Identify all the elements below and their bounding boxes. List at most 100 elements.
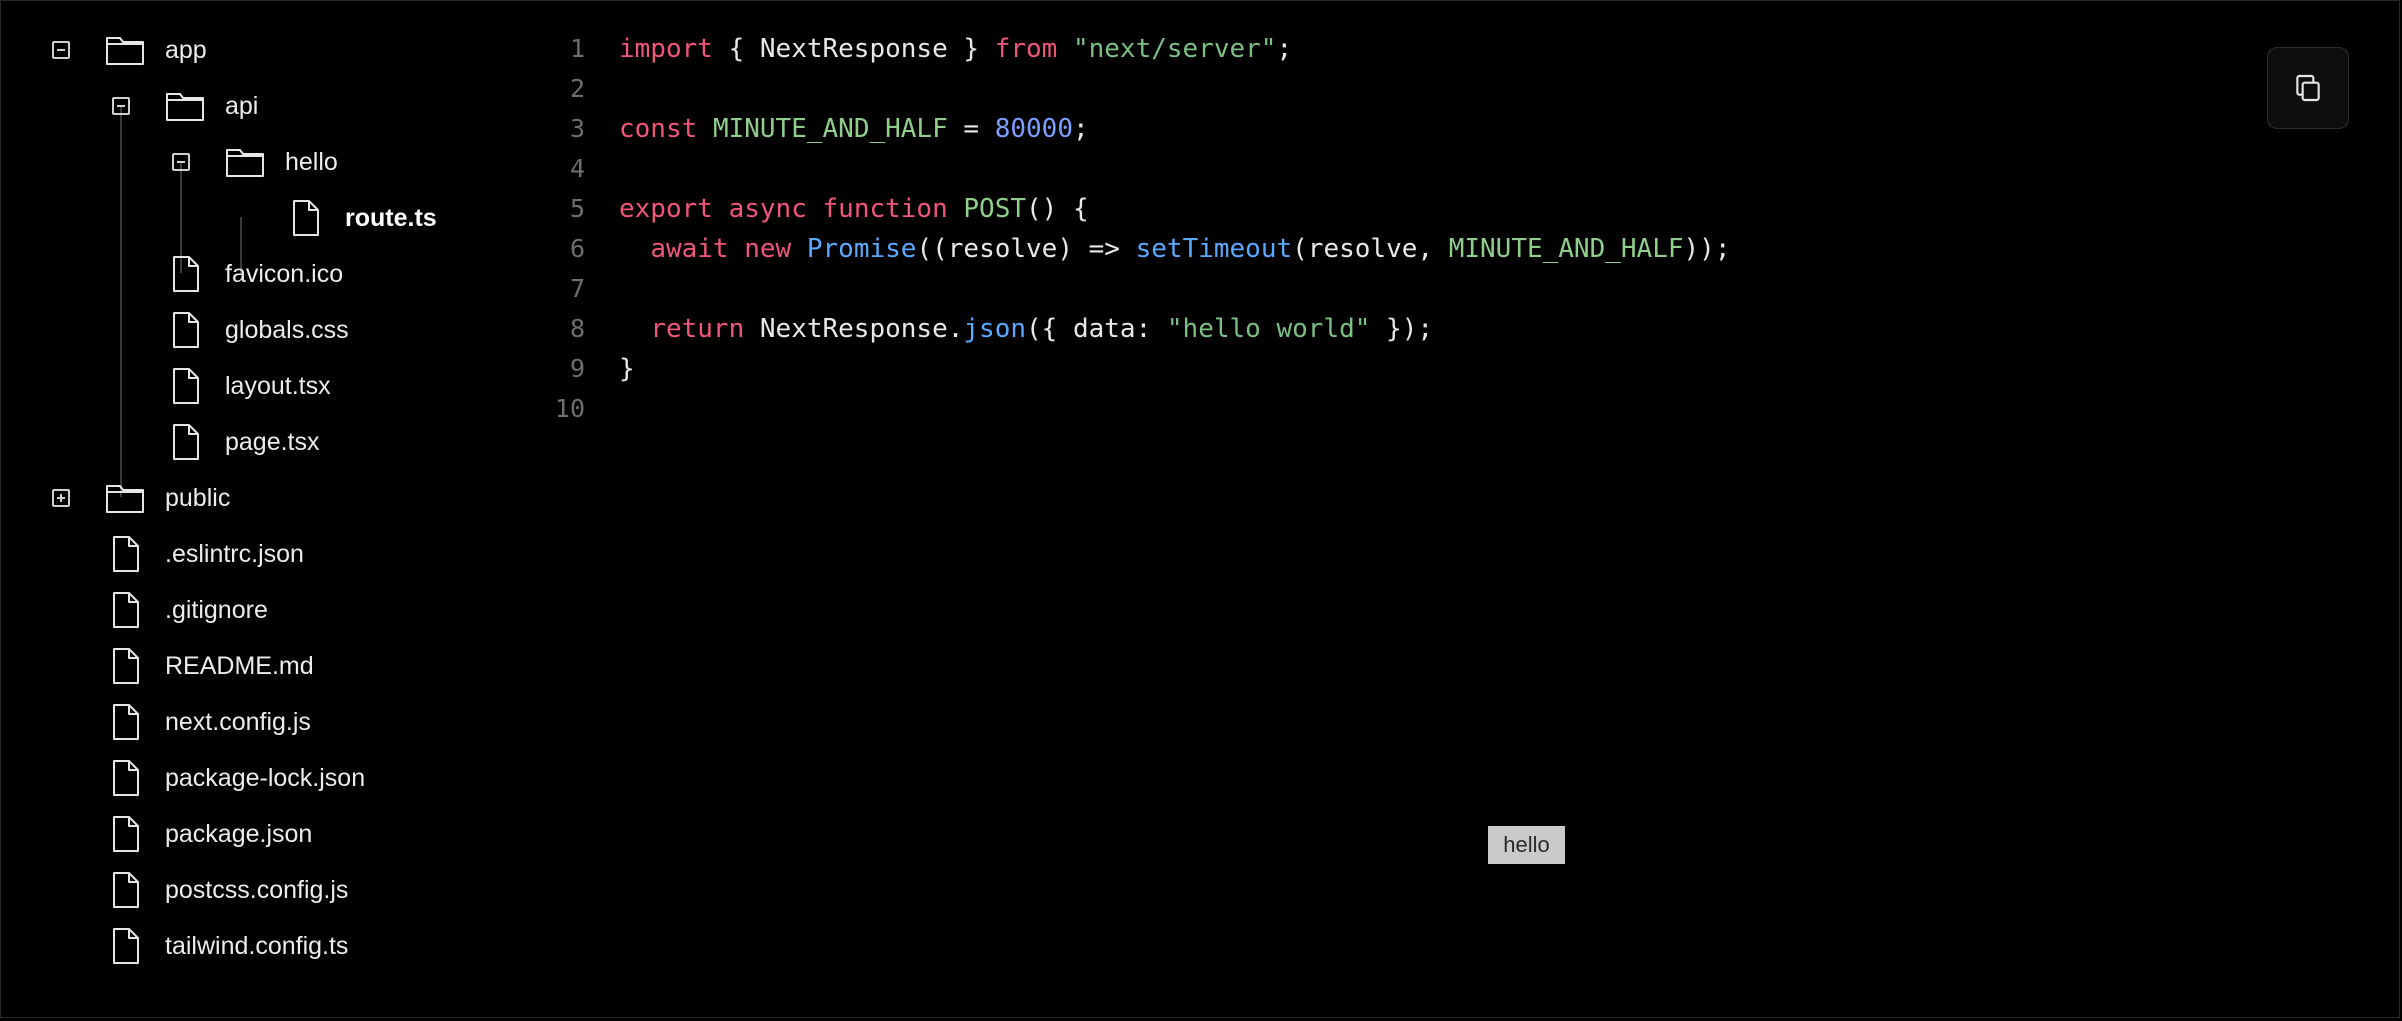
code-token: import [619, 34, 713, 64]
code-text: await new Promise((resolve) => setTimeou… [619, 229, 1730, 269]
tree-file-layout-tsx[interactable]: layout.tsx [1, 358, 541, 414]
tree-item-label: page.tsx [225, 428, 320, 456]
code-token: POST [963, 194, 1027, 224]
tree-folder-api[interactable]: api [1, 78, 541, 134]
code-token: { NextResponse } [712, 34, 995, 64]
code-token: async [728, 194, 807, 224]
code-token: function [822, 194, 948, 224]
code-line: 1 import { NextResponse } from "next/serv… [541, 29, 2241, 69]
tree-item-label: hello [285, 148, 338, 176]
code-token: new [744, 234, 792, 264]
tree-item-label: favicon.ico [225, 260, 344, 288]
file-icon [105, 646, 145, 686]
tree-item-label: layout.tsx [225, 372, 331, 400]
code-token: (resolve, [1292, 234, 1449, 264]
code-line: 9} [541, 349, 2241, 389]
collapse-icon[interactable] [52, 41, 70, 59]
tree-folder-app[interactable]: app [1, 22, 541, 78]
line-number: 3 [569, 114, 585, 143]
folder-icon [165, 86, 205, 126]
tree-file-globals-css[interactable]: globals.css [1, 302, 541, 358]
tree-file-route-ts[interactable]: route.ts [1, 190, 541, 246]
code-token: )); [1683, 234, 1731, 264]
line-number: 1 [569, 34, 585, 63]
tree-item-label: package.json [165, 820, 313, 848]
code-token: const [619, 114, 698, 144]
line-number: 10 [554, 394, 585, 423]
code-line: 6 await new Promise((resolve) => setTime… [541, 229, 2241, 269]
code-token: export [619, 194, 713, 224]
tree-item-label: .eslintrc.json [165, 540, 304, 568]
file-icon [105, 814, 145, 854]
file-icon [105, 926, 145, 966]
line-number: 8 [569, 314, 585, 343]
code-line: 10 [541, 389, 2241, 429]
file-icon [105, 702, 145, 742]
folder-icon [105, 30, 145, 70]
code-text: return NextResponse.json({ data: "hello … [619, 309, 1433, 349]
code-token: }); [1370, 314, 1434, 344]
code-text: const MINUTE_AND_HALF = 80000; [619, 109, 1089, 149]
code-token: ({ data: [1026, 314, 1167, 344]
tree-item-label: tailwind.config.ts [165, 932, 349, 960]
tree-file-package-json[interactable]: package.json [1, 806, 541, 862]
tree-file-eslintrc-json[interactable]: .eslintrc.json [1, 526, 541, 582]
code-token: MINUTE_AND_HALF [712, 114, 948, 144]
tree-item-label: README.md [165, 652, 314, 680]
tree-item-label: next.config.js [165, 708, 311, 736]
code-token: () { [1026, 194, 1089, 224]
code-token: 80000 [994, 114, 1073, 144]
line-number: 4 [569, 154, 585, 183]
tree-folder-public[interactable]: public [1, 470, 541, 526]
code-line: 8 return NextResponse.json({ data: "hell… [541, 309, 2241, 349]
tree-file-favicon-ico[interactable]: favicon.ico [1, 246, 541, 302]
code-token: ((resolve) => [916, 234, 1136, 264]
code-token: = [947, 114, 995, 144]
tree-file-package-lock-json[interactable]: package-lock.json [1, 750, 541, 806]
tree-file-readme-md[interactable]: README.md [1, 638, 541, 694]
file-icon [165, 310, 205, 350]
code-token: Promise [806, 234, 917, 264]
folder-icon [105, 478, 145, 518]
tree-item-label: package-lock.json [165, 764, 366, 792]
code-text: export async function POST() { [619, 189, 1089, 229]
line-number: 6 [569, 234, 585, 263]
code-token: json [963, 314, 1027, 344]
tree-item-label: app [165, 36, 207, 64]
code-text: import { NextResponse } from "next/serve… [619, 29, 1292, 69]
tree-file-next-config-js[interactable]: next.config.js [1, 694, 541, 750]
tree-item-label: globals.css [225, 316, 349, 344]
file-icon [165, 254, 205, 294]
collapse-icon[interactable] [112, 97, 130, 115]
line-number: 9 [569, 354, 585, 383]
copy-icon [2296, 74, 2320, 102]
tree-item-label: public [165, 484, 231, 512]
tree-folder-hello[interactable]: hello [1, 134, 541, 190]
tree-file-tailwind-config-ts[interactable]: tailwind.config.ts [1, 918, 541, 974]
code-token: } [619, 354, 635, 384]
code-token: await [650, 234, 729, 264]
tree-file-postcss-config-js[interactable]: postcss.config.js [1, 862, 541, 918]
code-token: setTimeout [1135, 234, 1293, 264]
folder-icon [225, 142, 265, 182]
collapse-icon[interactable] [172, 153, 190, 171]
tree-file-gitignore[interactable]: .gitignore [1, 582, 541, 638]
code-token: "hello world" [1166, 314, 1371, 344]
code-line: 2 [541, 69, 2241, 109]
code-line: 5 export async function POST() { [541, 189, 2241, 229]
tree-file-page-tsx[interactable]: page.tsx [1, 414, 541, 470]
line-number: 2 [569, 74, 585, 103]
code-text: } [619, 349, 635, 389]
file-tree: app api hello route.ts favicon.ico globals.cs… [1, 1, 541, 1021]
tree-item-label: postcss.config.js [165, 876, 349, 904]
code-token: "next/server" [1072, 34, 1277, 64]
file-icon [105, 758, 145, 798]
expand-icon[interactable] [52, 489, 70, 507]
code-line: 3 const MINUTE_AND_HALF = 80000; [541, 109, 2241, 149]
copy-button[interactable] [2267, 47, 2349, 129]
